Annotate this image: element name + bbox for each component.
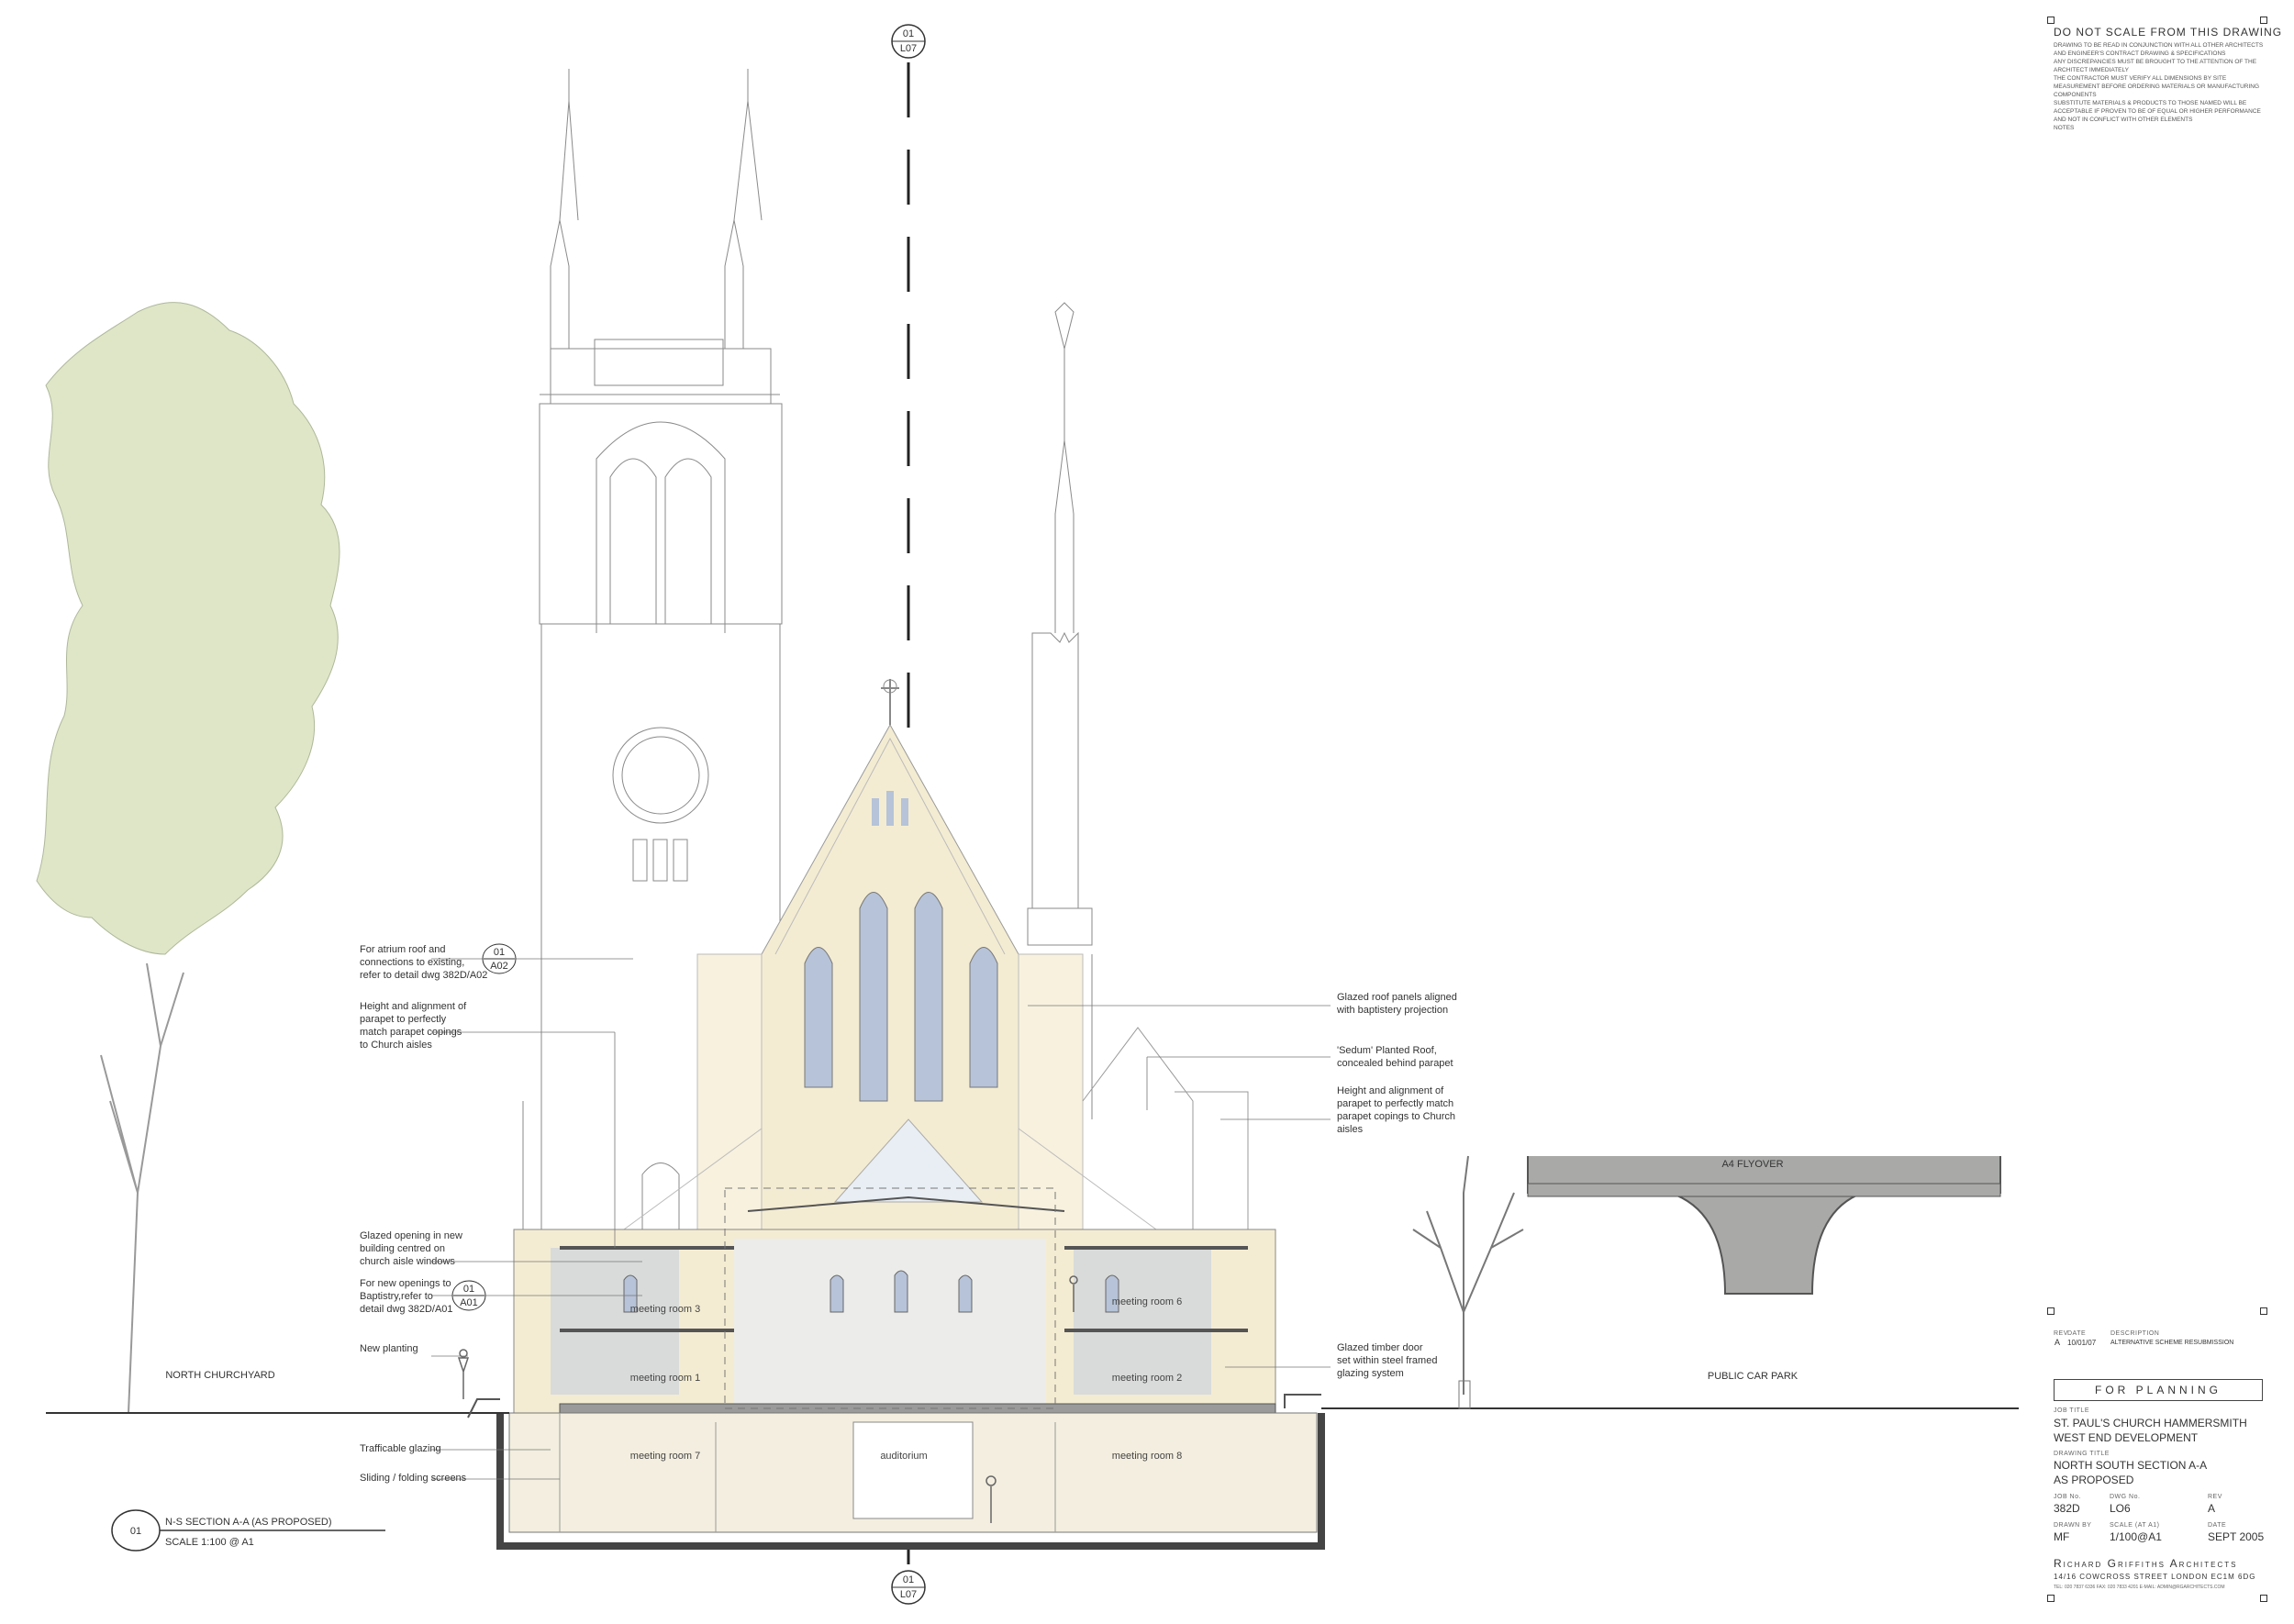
trafficable-glazing-note: Trafficable glazing (360, 1443, 441, 1454)
date-value: SEPT 2005 (2208, 1530, 2265, 1543)
section-scale: SCALE 1:100 @ A1 (165, 1537, 254, 1548)
drawing-title-label: DRAWING TITLE (2054, 1451, 2110, 1457)
marker-bottom-ref: L07 (900, 1589, 917, 1600)
date-label: DATE (2208, 1522, 2227, 1529)
atrium-marker-num: 01 (494, 947, 505, 958)
dwg-no-value: LO6 (2110, 1502, 2131, 1515)
rev-header-desc: DESCRIPTION (2110, 1330, 2160, 1337)
parapet-note-right: Height and alignment of parapet to perfe… (1337, 1085, 1456, 1135)
room-meeting-3: meeting room 3 (630, 1304, 700, 1315)
rev-desc: ALTERNATIVE SCHEME RESUBMISSION (2110, 1340, 2234, 1346)
room-meeting-7: meeting room 7 (630, 1451, 700, 1462)
a4-flyover: A4 FLYOVER (1527, 1156, 2001, 1295)
corner-mark-ml (2047, 1307, 2055, 1315)
room-meeting-2: meeting room 2 (1112, 1373, 1182, 1384)
section-num: 01 (130, 1526, 141, 1537)
baptistry-note: For new openings to Baptistry,refer to d… (360, 1278, 453, 1315)
job-title-line-1: ST. PAUL'S CHURCH HAMMERSMITH (2054, 1417, 2247, 1429)
job-title-label: JOB TITLE (2054, 1407, 2089, 1414)
drawing-title-line-2: AS PROPOSED (2054, 1474, 2134, 1486)
status-box: FOR PLANNING (2054, 1379, 2263, 1401)
ref-marker-baptistry: 01 A01 (451, 1280, 486, 1311)
scale-value: 1/100@A1 (2110, 1530, 2162, 1543)
section-drawing: 01 L07 01 L07 A4 FLYOVER 01 A02 01 A01 m… (36, 24, 2019, 1605)
room-meeting-8: meeting room 8 (1112, 1451, 1182, 1462)
rev-value: A (2208, 1502, 2216, 1515)
corner-mark-tr (2260, 17, 2267, 24)
new-planting-note: New planting (360, 1343, 418, 1354)
notes-label: NOTES (2054, 125, 2075, 131)
job-title-line-2: WEST END DEVELOPMENT (2054, 1431, 2199, 1444)
north-churchyard-label: NORTH CHURCHYARD (165, 1370, 274, 1381)
glazed-opening-note: Glazed opening in new building centred o… (360, 1230, 462, 1267)
corner-mark-br (2260, 1595, 2267, 1602)
sliding-screens-note: Sliding / folding screens (360, 1473, 467, 1484)
do-not-scale-body: DRAWING TO BE READ IN CONJUNCTION WITH A… (2054, 42, 2264, 123)
room-auditorium: auditorium (880, 1451, 927, 1462)
section-title: N-S SECTION A-A (AS PROPOSED) (165, 1517, 332, 1528)
rev-header-rev: REV (2054, 1330, 2068, 1337)
sedum-roof-note: 'Sedum' Planted Roof, concealed behind p… (1337, 1045, 1453, 1069)
do-not-scale-title: DO NOT SCALE FROM THIS DRAWING (2054, 26, 2283, 39)
job-no-label: JOB No. (2054, 1494, 2081, 1500)
rev-header-date: DATE (2067, 1330, 2087, 1337)
church-gable (623, 679, 1157, 1230)
atrium-note: For atrium roof and connections to exist… (360, 944, 488, 981)
room-meeting-1: meeting room 1 (630, 1373, 700, 1384)
drawn-by-value: MF (2054, 1530, 2070, 1543)
firm-name: Richard Griffiths Architects (2054, 1557, 2238, 1570)
dwg-no-label: DWG No. (2110, 1494, 2141, 1500)
tree-left (36, 302, 340, 1414)
drawn-by-label: DRAWN BY (2054, 1522, 2092, 1529)
status-label: FOR PLANNING (2094, 1384, 2222, 1396)
drawing-title-line-1: NORTH SOUTH SECTION A-A (2054, 1459, 2208, 1472)
atrium-marker-ref: A02 (490, 961, 508, 972)
room-meeting-6: meeting room 6 (1112, 1296, 1182, 1307)
corner-mark-bl (2047, 1595, 2055, 1602)
firm-address: 14/16 COWCROSS STREET LONDON EC1M 6DG (2054, 1573, 2256, 1581)
baptistry-marker-ref: A01 (460, 1297, 478, 1308)
job-no-value: 382D (2054, 1502, 2080, 1515)
baptistry-marker-num: 01 (463, 1284, 474, 1295)
section-title-block: 01 N-S SECTION A-A (AS PROPOSED) SCALE 1… (111, 1509, 385, 1552)
adjacent-roof (1082, 1027, 1249, 1229)
public-car-park-label: PUBLIC CAR PARK (1708, 1371, 1798, 1382)
glazed-roof-note: Glazed roof panels aligned with baptiste… (1337, 992, 1457, 1016)
corner-mark-mr (2260, 1307, 2267, 1315)
rev-letter: A (2055, 1338, 2061, 1347)
marker-top-ref: L07 (900, 43, 917, 54)
rev-label: REV (2208, 1494, 2222, 1500)
marker-bottom-num: 01 (903, 1574, 914, 1585)
basement (496, 1412, 1325, 1550)
rev-date: 10/01/07 (2067, 1339, 2097, 1347)
marker-top-num: 01 (903, 28, 914, 39)
section-marker-top: 01 L07 (891, 24, 926, 59)
a4-flyover-label: A4 FLYOVER (1721, 1159, 1783, 1170)
scale-label: SCALE (AT A1) (2110, 1522, 2160, 1529)
parapet-note-left: Height and alignment of parapet to perfe… (360, 1001, 467, 1051)
corner-mark-tl (2047, 17, 2055, 24)
firm-contact: TEL: 020 7837 6336 FAX: 020 7833 4201 E-… (2054, 1585, 2225, 1590)
section-marker-bottom: 01 L07 (891, 1570, 926, 1605)
timber-door-note: Glazed timber door set within steel fram… (1337, 1342, 1438, 1379)
